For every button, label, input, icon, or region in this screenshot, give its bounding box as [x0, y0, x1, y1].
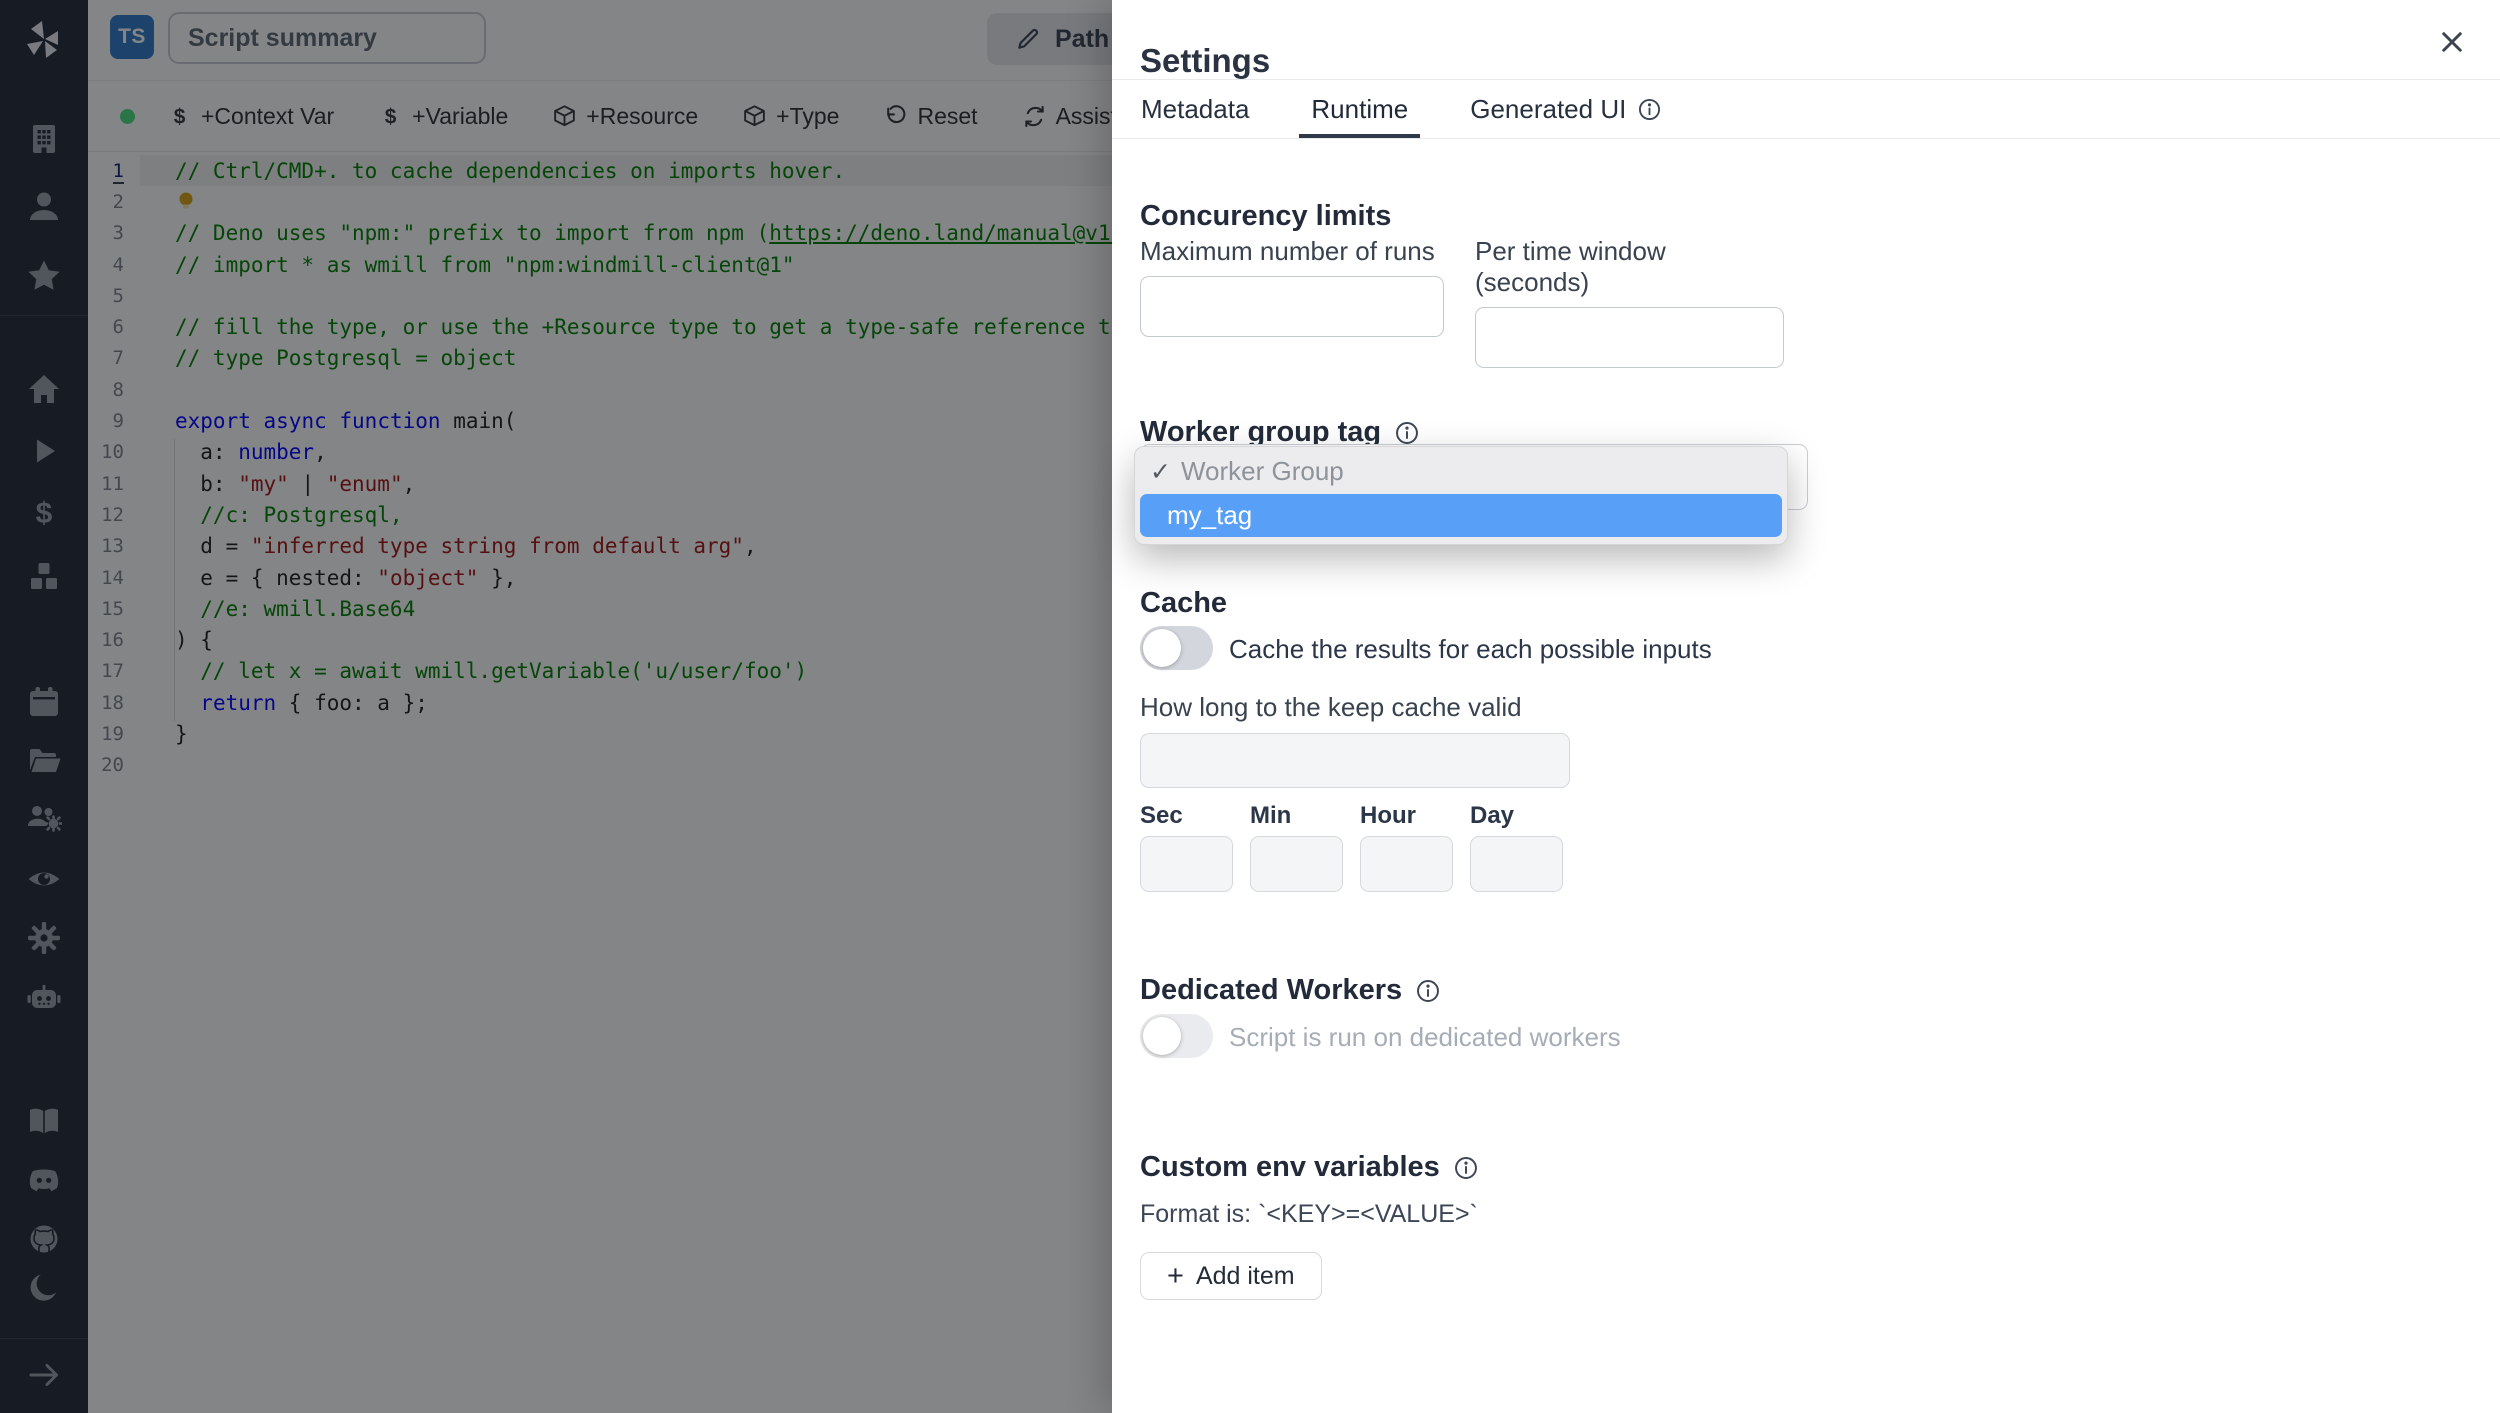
tab-generated-ui[interactable]: Generated UI [1467, 80, 1665, 138]
cache-heading: Cache [1140, 587, 1228, 620]
time-field-label: Hour [1360, 802, 1416, 829]
add-item-button[interactable]: + Add item [1140, 1252, 1322, 1300]
dropdown-option-my-tag[interactable]: my_tag [1140, 494, 1782, 537]
custom-env-heading: Custom env variables [1140, 1151, 1479, 1184]
time-field-day: Day [1470, 802, 1563, 892]
day-input [1470, 836, 1563, 892]
field-maximum-number-of-runs: Maximum number of runs [1140, 236, 1444, 337]
maximum-number-of-runs-input[interactable] [1140, 276, 1444, 337]
tab-label: Generated UI [1470, 93, 1627, 124]
min-input [1250, 836, 1343, 892]
cache-duration-label: How long to the keep cache valid [1140, 692, 1522, 722]
hour-input [1360, 836, 1453, 892]
concurrency-heading: Concurency limits [1140, 200, 1392, 233]
dropdown-option-worker-group[interactable]: ✓ Worker Group [1135, 449, 1787, 494]
tab-runtime[interactable]: Runtime [1299, 80, 1421, 138]
app-window: $ TS Script summary Path $+Context Var$+… [0, 0, 2500, 1413]
tab-label: Metadata [1141, 93, 1250, 124]
settings-drawer: Settings Metadata Runtime Generated UI Con… [1112, 0, 2500, 1413]
add-item-label: Add item [1195, 1261, 1295, 1290]
option-label: Worker Group [1180, 456, 1344, 486]
time-field-min: Min [1250, 802, 1343, 892]
dedicated-workers-heading: Dedicated Workers [1140, 974, 1441, 1007]
modal-overlay[interactable] [0, 0, 1112, 1413]
time-field-label: Sec [1140, 802, 1183, 829]
dedicated-workers-toggle[interactable] [1140, 1014, 1213, 1058]
info-icon[interactable] [1637, 97, 1662, 122]
env-format-hint: Format is: `<KEY>=<VALUE>` [1140, 1200, 1478, 1228]
time-field-hour: Hour [1360, 802, 1453, 892]
field-per-time-window-seconds: Per time window (seconds) [1475, 236, 1784, 368]
close-icon [2434, 24, 2470, 60]
dedicated-workers-toggle-label: Script is run on dedicated workers [1229, 1022, 1621, 1052]
info-icon[interactable] [1453, 1155, 1479, 1181]
option-label: my_tag [1167, 500, 1253, 530]
time-field-label: Day [1470, 802, 1515, 829]
field-label: Per time window (seconds) [1475, 236, 1666, 297]
check-icon: ✓ [1150, 457, 1171, 486]
close-button[interactable] [2434, 24, 2470, 60]
cache-toggle-label: Cache the results for each possible inpu… [1229, 634, 1712, 664]
time-field-label: Min [1250, 802, 1292, 829]
cache-duration-input [1140, 733, 1570, 788]
info-icon[interactable] [1415, 978, 1441, 1004]
tab-metadata[interactable]: Metadata [1138, 80, 1252, 138]
info-icon[interactable] [1394, 420, 1420, 446]
cache-toggle[interactable] [1140, 626, 1213, 670]
per-time-window-seconds-input[interactable] [1475, 307, 1784, 368]
tab-label: Runtime [1311, 93, 1409, 124]
plus-icon: + [1167, 1259, 1184, 1292]
field-label: Maximum number of runs [1140, 236, 1435, 266]
tabs-divider [1112, 138, 2500, 139]
settings-tabs: Metadata Runtime Generated UI [1138, 80, 1665, 138]
time-field-sec: Sec [1140, 802, 1233, 892]
worker-group-dropdown: ✓ Worker Group my_tag [1134, 446, 1788, 545]
settings-title: Settings [1140, 42, 1271, 80]
sec-input [1140, 836, 1233, 892]
